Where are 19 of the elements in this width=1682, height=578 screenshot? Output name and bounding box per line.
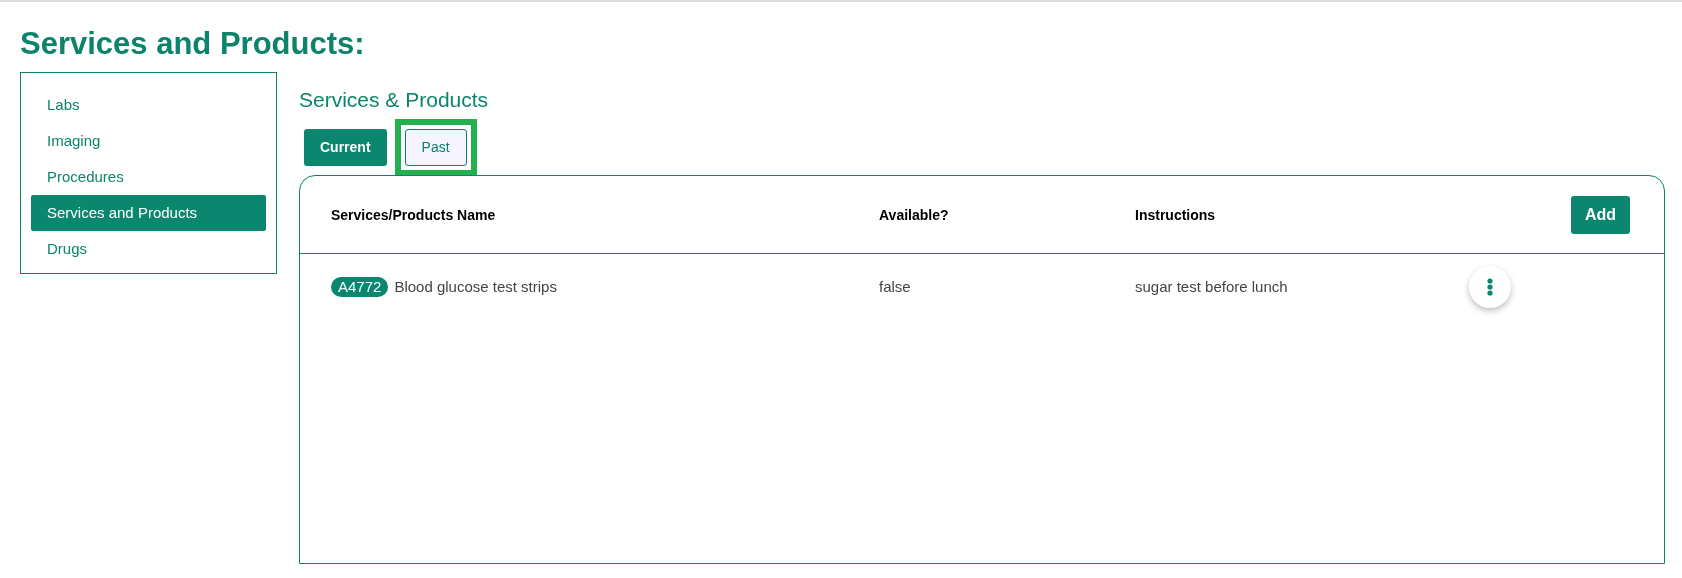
column-header: Available? <box>879 206 949 223</box>
sidebar-item[interactable]: Labs <box>31 87 266 123</box>
section-title: Services & Products <box>299 87 490 113</box>
sidebar-item[interactable]: Services and Products <box>31 195 266 231</box>
sidebar-item[interactable]: Imaging <box>31 123 266 159</box>
page-title: Services and Products: <box>20 25 365 63</box>
column-header: Services/Products Name <box>331 206 496 223</box>
sidebar-item[interactable]: Procedures <box>31 159 266 195</box>
more-icon <box>1487 278 1493 296</box>
table-cell: sugar test before lunch <box>1135 278 1288 295</box>
add-button[interactable]: Add <box>1570 195 1630 234</box>
table-cell: false <box>879 278 911 295</box>
tab[interactable]: Past <box>404 128 467 166</box>
more-options-button[interactable] <box>1469 266 1511 308</box>
table-cell-text: Blood glucose test strips <box>394 276 557 297</box>
sidebar-item[interactable]: Drugs <box>31 231 266 267</box>
tab[interactable]: Current <box>304 128 387 166</box>
code-badge: A4772 <box>331 277 389 297</box>
column-header: Instructions <box>1135 206 1216 223</box>
